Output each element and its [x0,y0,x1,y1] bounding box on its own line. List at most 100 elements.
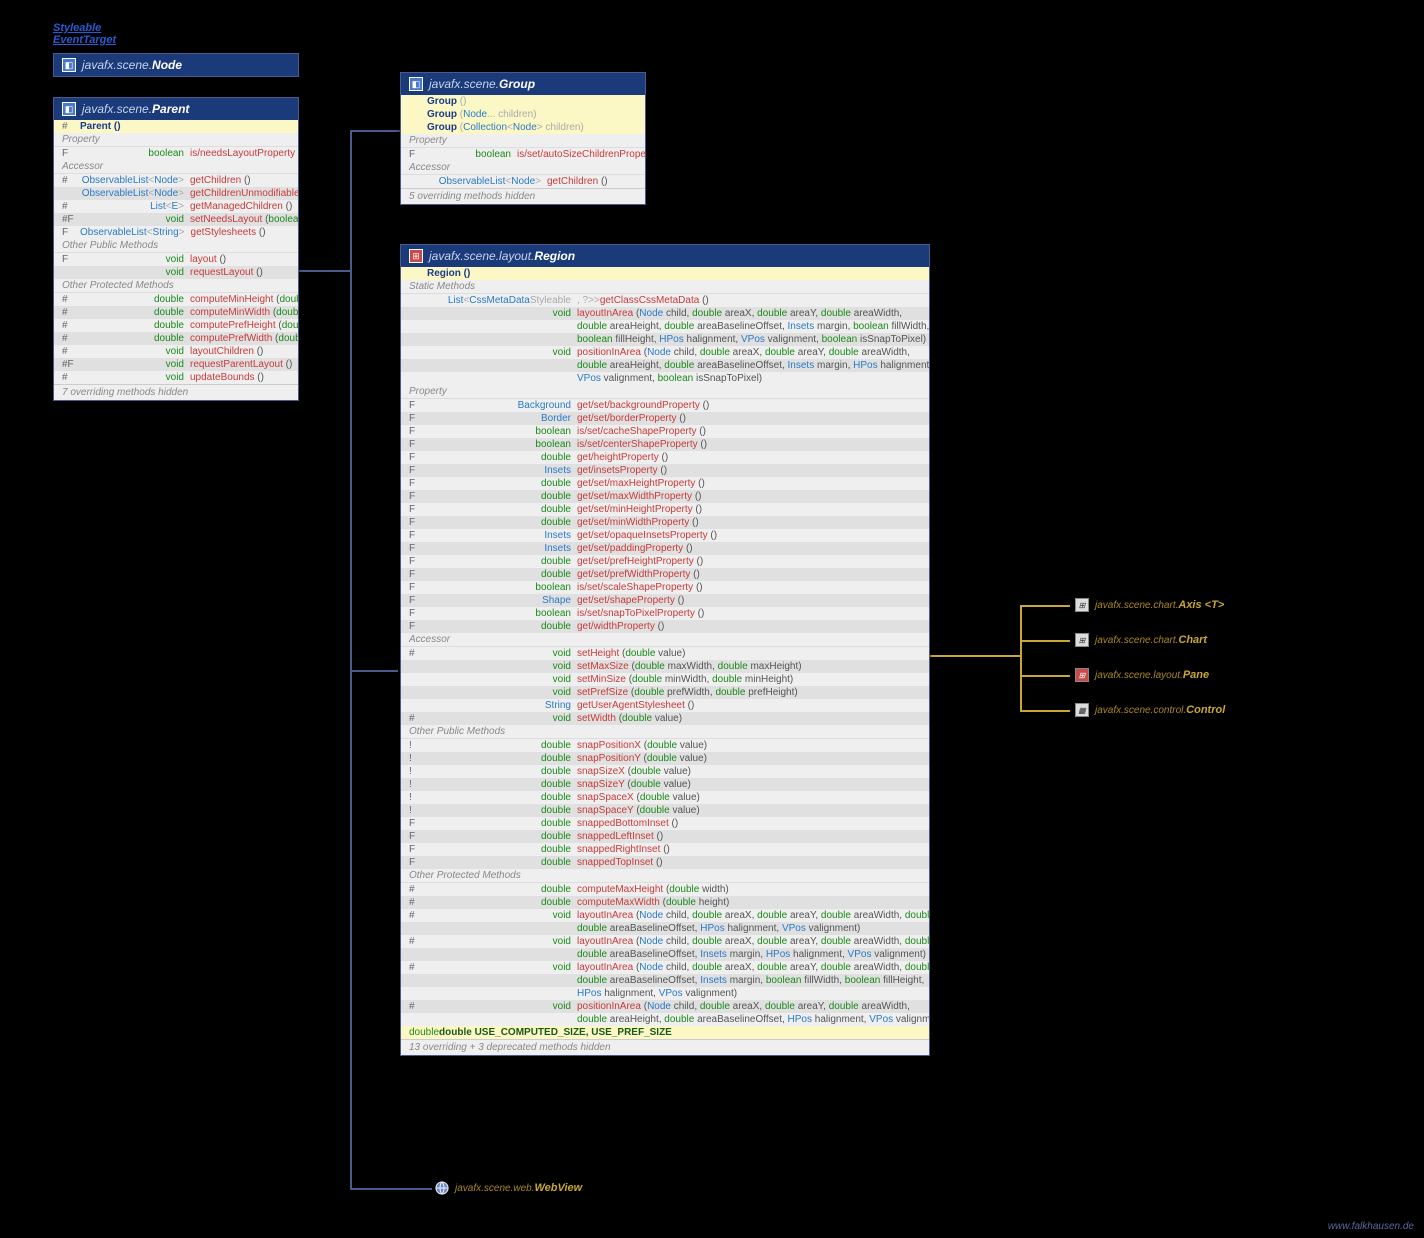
method-row: #voidsetHeight (double value) [401,647,929,660]
class-name: Group [499,77,535,91]
pkg-label: javafx.scene. [429,77,499,91]
method-row: voidsetMaxSize (double maxWidth, double … [401,660,929,673]
method-row: voidpositionInArea (Node child, double a… [401,346,929,359]
method-row: Fbooleanis/set/scaleShapeProperty () [401,581,929,594]
constructor-row: Group (Collection<Node> children) [401,121,645,134]
method-row: #doublecomputeMaxWidth (double height) [401,896,929,909]
method-row: voidsetMinSize (double minWidth, double … [401,673,929,686]
method-row: Fdoubleget/set/prefWidthProperty () [401,568,929,581]
section-static: Static Methods [401,280,929,294]
ref-webview[interactable]: javafx.scene.web.WebView [435,1181,582,1195]
method-row: #doublecomputePrefHeight (double width) [54,319,298,332]
constructor-row: Region () [401,267,929,280]
class-header: ◧ javafx.scene.Parent [54,98,298,120]
method-row: FBorderget/set/borderProperty () [401,412,929,425]
method-row: FInsetsget/set/paddingProperty () [401,542,929,555]
method-row: Fdoubleget/set/prefHeightProperty () [401,555,929,568]
section-protected: Other Protected Methods [401,869,929,883]
method-row: double areaHeight, double areaBaselineOf… [401,359,929,372]
method-row: Fdoubleget/set/maxWidthProperty () [401,490,929,503]
footer-note: 13 overriding + 3 deprecated methods hid… [401,1039,929,1055]
method-row: !doublesnapPositionY (double value) [401,752,929,765]
method-row: #doublecomputeMinWidth (double height) [54,306,298,319]
method-row: Fbooleanis/set/snapToPixelProperty () [401,607,929,620]
ref-chart[interactable]: ⊞ javafx.scene.chart.Chart [1075,633,1207,647]
connector-line [350,270,352,1190]
method-row: double areaHeight, double areaBaselineOf… [401,1013,929,1026]
method-row: !doublesnapSizeY (double value) [401,778,929,791]
connector-line [350,130,352,272]
connector-line [1020,640,1070,642]
class-parent: ◧ javafx.scene.Parent #Parent () Propert… [53,97,299,401]
class-icon: ⊞ [409,249,423,263]
method-row: #voidlayoutInArea (Node child, double ar… [401,909,929,922]
method-row: ObservableList<Node>getChildren () [401,175,645,188]
connector-line [1020,710,1070,712]
constants-row: double double USE_COMPUTED_SIZE, USE_PRE… [401,1026,929,1039]
method-row: Fdoubleget/set/minWidthProperty () [401,516,929,529]
section-accessor: Accessor [54,160,298,174]
globe-icon [435,1181,449,1195]
section-accessor: Accessor [401,633,929,647]
method-row: Fbooleanis/set/centerShapeProperty () [401,438,929,451]
pkg-label: javafx.scene.layout. [429,249,534,263]
section-protected: Other Protected Methods [54,279,298,293]
method-row: Fdoubleget/heightProperty () [401,451,929,464]
section-property: Property [401,385,929,399]
link-styleable[interactable]: Styleable [53,22,101,34]
method-row: FInsetsget/set/opaqueInsetsProperty () [401,529,929,542]
method-row: Fbooleanis/needsLayoutProperty () [54,147,298,160]
method-row: #FvoidrequestParentLayout () [54,358,298,371]
method-row: double areaBaselineOffset, Insets margin… [401,948,929,961]
section-property: Property [401,134,645,148]
method-row: voidsetPrefSize (double prefWidth, doubl… [401,686,929,699]
class-icon: ◧ [62,58,76,72]
method-row: voidrequestLayout () [54,266,298,279]
class-body: #Parent () Property Fbooleanis/needsLayo… [54,120,298,400]
class-header: ◧ javafx.scene.Group [401,73,645,95]
method-row: Fbooleanis/set/autoSizeChildrenProperty … [401,148,645,161]
class-node: ◧ javafx.scene.Node [53,53,299,77]
method-row: #doublecomputeMinHeight (double width) [54,293,298,306]
method-row: !doublesnapSpaceY (double value) [401,804,929,817]
method-row: #FvoidsetNeedsLayout (boolean value) [54,213,298,226]
pkg-label: javafx.scene. [82,102,152,116]
section-accessor: Accessor [401,161,645,175]
method-row: !doublesnapSizeX (double value) [401,765,929,778]
attribution: www.falkhausen.de [1328,1221,1414,1232]
connector-line [350,670,398,672]
class-icon: ◧ [409,77,423,91]
class-icon: ◧ [62,102,76,116]
class-name: Parent [152,102,189,116]
connector-line [1020,675,1070,677]
method-row: FBackgroundget/set/backgroundProperty () [401,399,929,412]
method-row: ObservableList<Node>getChildrenUnmodifia… [54,187,298,200]
class-region: ⊞ javafx.scene.layout.Region Region () S… [400,244,930,1056]
footer-note: 7 overriding methods hidden [54,384,298,400]
ref-control[interactable]: ▦ javafx.scene.control.Control [1075,703,1225,717]
constructor-row: Group (Node... children) [401,108,645,121]
chart-icon: ⊞ [1075,598,1089,612]
class-header: ◧ javafx.scene.Node [54,54,298,76]
method-row: Fbooleanis/set/cacheShapeProperty () [401,425,929,438]
method-row: double areaBaselineOffset, HPos halignme… [401,922,929,935]
chart-icon: ⊞ [1075,633,1089,647]
method-row: #doublecomputeMaxHeight (double width) [401,883,929,896]
ref-pane[interactable]: ⊞ javafx.scene.layout.Pane [1075,668,1209,682]
method-row: Fdoubleget/widthProperty () [401,620,929,633]
method-row: !doublesnapPositionX (double value) [401,739,929,752]
method-row: FdoublesnappedLeftInset () [401,830,929,843]
ref-axis[interactable]: ⊞ javafx.scene.chart.Axis <T> [1075,598,1224,612]
method-row: Fvoidlayout () [54,253,298,266]
footer-note: 5 overriding methods hidden [401,188,645,204]
method-row: #voidlayoutChildren () [54,345,298,358]
connector-line [1020,605,1022,710]
method-row: #voidupdateBounds () [54,371,298,384]
method-row: FdoublesnappedTopInset () [401,856,929,869]
link-eventtarget[interactable]: EventTarget [53,34,116,46]
method-row: #voidlayoutInArea (Node child, double ar… [401,935,929,948]
constructor-row: Group () [401,95,645,108]
class-name: Region [534,249,575,263]
section-public: Other Public Methods [401,725,929,739]
method-row: boolean fillHeight, HPos halignment, VPo… [401,333,929,346]
